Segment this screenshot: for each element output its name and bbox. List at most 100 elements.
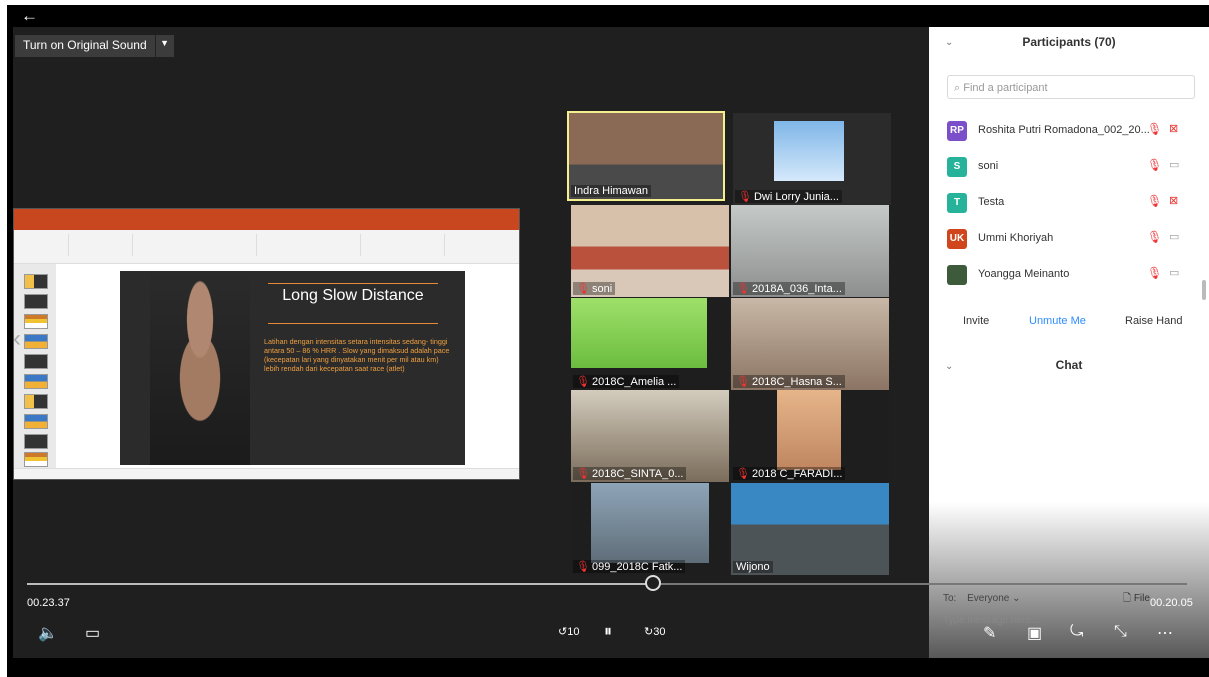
mic-muted-icon[interactable]: 🎙	[1147, 158, 1162, 172]
video-tile[interactable]: 🎙 2018C_SINTA_0...	[571, 390, 729, 482]
minimize-icon[interactable]: ⤡	[1114, 623, 1127, 641]
mic-muted-icon[interactable]: 🎙	[1147, 194, 1162, 208]
original-sound-button[interactable]: Turn on Original Sound ▼	[15, 35, 174, 57]
ppt-status-bar	[14, 468, 519, 479]
video-tile[interactable]: 🎙 soni	[571, 205, 729, 297]
bottom-edge	[7, 658, 1209, 677]
prev-page-icon[interactable]: ‹	[13, 325, 21, 353]
slide-body-text: Latihan dengan intensitas setara intensi…	[264, 337, 450, 373]
list-item[interactable]: S soni 🎙 ▭	[947, 153, 1197, 189]
file-button[interactable]: 🗋 File	[1123, 591, 1150, 608]
video-tile[interactable]: 🎙 2018C_Hasna S...	[731, 298, 889, 390]
participant-list: RP Roshita Putri Romadona_002_20... 🎙 ⊠ …	[947, 117, 1197, 297]
top-bar: ←	[7, 5, 1209, 27]
video-tile[interactable]: Indra Himawan	[567, 111, 725, 201]
camera-icon[interactable]: ▭	[1169, 230, 1179, 243]
mic-muted-icon: 🎙	[576, 561, 590, 573]
chat-title: Chat	[1055, 358, 1083, 372]
video-tile-name: 🎙 2018C_Hasna S...	[733, 375, 845, 388]
seek-bar-fill	[27, 583, 654, 585]
list-item[interactable]: Yoangga Meinanto 🎙 ▭	[947, 261, 1197, 297]
shared-screen-powerpoint: Long Slow Distance Latihan dengan intens…	[13, 208, 520, 480]
slide-photo	[150, 271, 250, 465]
avatar: T	[947, 193, 967, 213]
edit-pen-icon[interactable]: ✎	[983, 623, 996, 643]
video-tile[interactable]: Wijono	[731, 483, 889, 575]
compact-view-icon[interactable]: ▣	[1027, 623, 1042, 643]
current-slide: Long Slow Distance Latihan dengan intens…	[120, 271, 465, 465]
participant-name: Ummi Khoriyah	[978, 232, 1054, 244]
invite-button[interactable]: Invite	[963, 315, 989, 327]
captions-icon[interactable]: ▭	[85, 623, 100, 643]
camera-off-icon[interactable]: ⊠	[1169, 122, 1178, 135]
slide-title: Long Slow Distance	[282, 287, 424, 304]
mic-muted-icon: 🎙	[576, 376, 590, 388]
participant-name: Roshita Putri Romadona_002_20...	[978, 124, 1150, 136]
ppt-slide-thumbnails	[14, 264, 56, 469]
participant-name: soni	[978, 160, 999, 172]
ppt-ribbon	[14, 230, 519, 264]
caret-down-icon[interactable]: ▼	[154, 35, 174, 57]
avatar: RP	[947, 121, 967, 141]
video-tile[interactable]: 🎙 2018A_036_Inta...	[731, 205, 889, 297]
avatar-photo	[947, 265, 967, 285]
search-icon: ⌕	[954, 82, 964, 94]
skip-back-button[interactable]: ↺10	[558, 625, 579, 638]
pause-icon[interactable]: ⏸	[604, 623, 612, 641]
avatar: UK	[947, 229, 967, 249]
video-tile[interactable]: 🎙 Dwi Lorry Junia...	[733, 113, 891, 205]
list-item[interactable]: T Testa 🎙 ⊠	[947, 189, 1197, 225]
mic-muted-icon: 🎙	[576, 283, 590, 295]
video-tile-name: Wijono	[733, 561, 773, 573]
mic-muted-icon[interactable]: 🎙	[1147, 230, 1162, 244]
video-tile[interactable]: 🎙 2018C_Amelia ...	[571, 298, 729, 390]
more-icon[interactable]: ⋯	[1157, 623, 1173, 643]
participant-search-input[interactable]: ⌕ Find a participant	[947, 75, 1195, 99]
participants-title: Participants (70)	[1022, 35, 1116, 49]
unmute-me-button[interactable]: Unmute Me	[1029, 315, 1086, 327]
list-item[interactable]: RP Roshita Putri Romadona_002_20... 🎙 ⊠	[947, 117, 1197, 153]
video-tile-name: 🎙 2018C_SINTA_0...	[573, 467, 687, 480]
mic-muted-icon: 🎙	[736, 376, 750, 388]
meeting-recording-player: ← Turn on Original Sound ▼ Long Slow Dis…	[7, 5, 1209, 677]
ppt-ribbon-tabs	[14, 221, 519, 230]
video-tile-name: 🎙 2018C_Amelia ...	[573, 375, 680, 388]
original-sound-label: Turn on Original Sound	[23, 38, 147, 52]
video-tile-name: 🎙 2018 C_FARADI...	[733, 467, 846, 480]
camera-icon[interactable]: ▭	[1169, 158, 1179, 171]
list-item[interactable]: UK Ummi Khoriyah 🎙 ▭	[947, 225, 1197, 261]
participant-list-scrollbar[interactable]	[1202, 280, 1206, 300]
participant-name: Testa	[978, 196, 1005, 208]
elapsed-time: 00.23.37	[27, 597, 70, 609]
mic-muted-icon: 🎙	[738, 191, 752, 203]
back-arrow-icon[interactable]: ←	[21, 6, 38, 26]
raise-hand-button[interactable]: Raise Hand	[1125, 315, 1182, 327]
video-tile-name: 🎙 2018A_036_Inta...	[733, 282, 845, 295]
seek-bar[interactable]	[27, 575, 1187, 591]
camera-icon[interactable]: ▭	[1169, 266, 1179, 279]
skip-forward-button[interactable]: ↻30	[644, 625, 665, 638]
camera-off-icon[interactable]: ⊠	[1169, 194, 1178, 207]
video-tile-name: 🎙 099_2018C Fatk...	[573, 560, 686, 573]
video-tile[interactable]: 🎙 099_2018C Fatk...	[571, 483, 729, 575]
avatar: S	[947, 157, 967, 177]
ppt-title-bar	[14, 209, 519, 221]
participants-panel: ⌄ Participants (70) ⌕ Find a participant…	[929, 27, 1209, 658]
chevron-down-icon: ⌄	[1012, 593, 1021, 604]
video-tile-name: Indra Himawan	[571, 185, 651, 197]
video-tile-name: 🎙 Dwi Lorry Junia...	[735, 190, 842, 203]
remaining-time: 00.20.05	[1150, 597, 1193, 609]
mic-muted-icon: 🎙	[736, 468, 750, 480]
video-tile-name: 🎙 soni	[573, 282, 616, 295]
seek-knob[interactable]	[645, 575, 662, 591]
mic-muted-icon: 🎙	[576, 468, 590, 480]
mic-muted-icon[interactable]: 🎙	[1147, 122, 1162, 136]
chat-recipient[interactable]: To: Everyone ⌄	[943, 593, 1021, 604]
video-tile[interactable]: 🎙 2018 C_FARADI...	[731, 390, 889, 482]
mic-muted-icon: 🎙	[736, 283, 750, 295]
mic-muted-icon[interactable]: 🎙	[1147, 266, 1162, 280]
participant-name: Yoangga Meinanto	[978, 268, 1070, 280]
volume-icon[interactable]: 🔈	[38, 623, 58, 643]
file-icon: 🗋	[1123, 593, 1134, 604]
share-icon[interactable]: ⤿	[1070, 623, 1083, 641]
